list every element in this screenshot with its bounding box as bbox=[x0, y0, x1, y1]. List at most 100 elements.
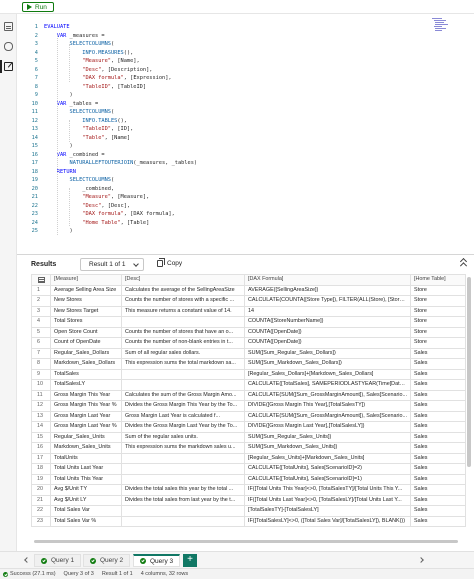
cell-dax-formula[interactable]: IF([TotalSalesLY]<>0, ([Total Sales Var]… bbox=[244, 515, 411, 527]
cell-measure[interactable]: Total Units Last Year bbox=[50, 463, 122, 475]
code-line[interactable]: 5 "Measure", [Name], bbox=[17, 57, 427, 66]
cell-dax-formula[interactable]: CALCULATE([TotalUnits], Sales[ScenarioID… bbox=[244, 463, 411, 475]
code-line[interactable]: 23 "DAX formula", [DAX formula], bbox=[17, 210, 427, 219]
cell-measure[interactable]: Avg $/Unit TY bbox=[50, 484, 122, 496]
table-row[interactable]: 11 Gross Margin This Year Calculates the s… bbox=[31, 389, 466, 401]
cell-dax-formula[interactable]: COUNTA([StoreNumberName]) bbox=[244, 316, 411, 328]
code-line[interactable]: 4 INFO.MEASURES(), bbox=[17, 49, 427, 58]
column-header-desc[interactable]: [Desc] bbox=[121, 274, 245, 286]
table-row[interactable]: 18 Total Units Last Year CALCULATE([TotalU… bbox=[31, 463, 466, 475]
code-line[interactable]: 22 "Desc", [Desc], bbox=[17, 202, 427, 211]
table-row[interactable]: 14 Gross Margin Last Year % Divides the Gr… bbox=[31, 421, 466, 433]
cell-desc[interactable]: Divides the Gross Margin This Year by th… bbox=[121, 400, 245, 412]
table-row[interactable]: 17 TotalUnits [Regular_Sales_Units]+[Markd… bbox=[31, 452, 466, 464]
cell-dax-formula[interactable]: AVERAGE([SellingAreaSize]) bbox=[244, 284, 411, 296]
cell-measure[interactable]: TotalSalesLY bbox=[50, 379, 122, 391]
cell-desc[interactable] bbox=[121, 316, 245, 328]
code-line[interactable]: 16 VAR _combined = bbox=[17, 151, 427, 160]
table-row[interactable]: 15 Regular_Sales_Units Sum of the regular … bbox=[31, 431, 466, 443]
code-line[interactable]: 24 "Home Table", [Table] bbox=[17, 219, 427, 228]
minimap[interactable] bbox=[432, 17, 448, 33]
table-row[interactable]: 3 New Stores Target This measure returns a… bbox=[31, 305, 466, 317]
vertical-scrollbar[interactable] bbox=[466, 275, 472, 537]
cell-desc[interactable]: This expression sums the markdown sales … bbox=[121, 442, 245, 454]
cell-dax-formula[interactable]: COUNTA([OpenDate]) bbox=[244, 337, 411, 349]
cell-home-table[interactable]: Sales bbox=[410, 484, 466, 496]
chevron-right-icon[interactable] bbox=[418, 557, 424, 563]
table-row[interactable]: 8 Markdown_Sales_Dollars This expression s… bbox=[31, 358, 466, 370]
table-row[interactable]: 5 Open Store Count Counts the number of st… bbox=[31, 326, 466, 338]
code-line[interactable]: 20 _combined, bbox=[17, 185, 427, 194]
code-line[interactable]: 18 RETURN bbox=[17, 168, 427, 177]
tab-query-3[interactable]: Query 3 bbox=[133, 554, 181, 567]
cell-desc[interactable] bbox=[121, 473, 245, 485]
column-header-home-table[interactable]: [Home Table] bbox=[410, 274, 466, 286]
cell-home-table[interactable]: Sales bbox=[410, 379, 466, 391]
code-line[interactable]: 14 "Table", [Name] bbox=[17, 134, 427, 143]
results-grid[interactable]: [Measure] [Desc] [DAX Formula] [Home Tab… bbox=[31, 274, 466, 527]
cell-measure[interactable]: Total Stores bbox=[50, 316, 122, 328]
cell-home-table[interactable]: Sales bbox=[410, 515, 466, 527]
cell-dax-formula[interactable]: IF([Total Units This Year]<>0, [TotalSal… bbox=[244, 484, 411, 496]
cell-dax-formula[interactable]: [Regular_Sales_Units]+[Markdown_Sales_Un… bbox=[244, 452, 411, 464]
table-row[interactable]: 7 Regular_Sales_Dollars Sum of all regular… bbox=[31, 347, 466, 359]
model-view-icon[interactable] bbox=[4, 42, 13, 51]
cell-desc[interactable]: Divides the Gross Margin Last Year by th… bbox=[121, 421, 245, 433]
code-line[interactable]: 21 "Measure", [Measure], bbox=[17, 193, 427, 202]
table-row[interactable]: 13 Gross Margin Last Year Gross Margin Las… bbox=[31, 410, 466, 422]
cell-measure[interactable]: New Stores Target bbox=[50, 305, 122, 317]
column-header-measure[interactable]: [Measure] bbox=[50, 274, 122, 286]
table-row[interactable]: 20 Avg $/Unit TY Divides the total sales t… bbox=[31, 484, 466, 496]
cell-home-table[interactable]: Sales bbox=[410, 421, 466, 433]
table-row[interactable]: 21 Avg $/Unit LY Divides the total sales f… bbox=[31, 494, 466, 506]
cell-desc[interactable]: Divides the total sales from last year b… bbox=[121, 494, 245, 506]
cell-dax-formula[interactable]: CALCULATE(SUM([Sum_GrossMarginAmount]), … bbox=[244, 410, 411, 422]
cell-desc[interactable]: Counts the number of non-blank entries i… bbox=[121, 337, 245, 349]
cell-home-table[interactable]: Store bbox=[410, 305, 466, 317]
cell-home-table[interactable]: Sales bbox=[410, 358, 466, 370]
code-line[interactable]: 1 EVALUATE bbox=[17, 23, 427, 32]
cell-desc[interactable] bbox=[121, 515, 245, 527]
chevron-left-icon[interactable] bbox=[24, 557, 30, 563]
code-line[interactable]: 25 ) bbox=[17, 227, 427, 236]
cell-desc[interactable] bbox=[121, 463, 245, 475]
cell-dax-formula[interactable]: CALCULATE([TotalUnits], Sales[ScenarioID… bbox=[244, 473, 411, 485]
dax-editor[interactable]: 1 EVALUATE 2 VAR _measures = 3 SELECTCOLUMN… bbox=[17, 14, 474, 254]
cell-home-table[interactable]: Sales bbox=[410, 473, 466, 485]
cell-measure[interactable]: Total Units This Year bbox=[50, 473, 122, 485]
code-line[interactable]: 13 "TableID", [ID], bbox=[17, 125, 427, 134]
result-selector[interactable]: Result 1 of 1 bbox=[80, 258, 144, 271]
cell-measure[interactable]: New Stores bbox=[50, 295, 122, 307]
cell-dax-formula[interactable]: DIVIDE([Gross Margin Last Year],[TotalSa… bbox=[244, 421, 411, 433]
cell-measure[interactable]: Total Sales Var bbox=[50, 505, 122, 517]
cell-measure[interactable]: Gross Margin This Year bbox=[50, 389, 122, 401]
cell-dax-formula[interactable]: DIVIDE([Gross Margin This Year],[TotalSa… bbox=[244, 400, 411, 412]
cell-measure[interactable]: TotalUnits bbox=[50, 452, 122, 464]
cell-measure[interactable]: Open Store Count bbox=[50, 326, 122, 338]
cell-desc[interactable]: Counts the number of stores that have an… bbox=[121, 326, 245, 338]
cell-measure[interactable]: Total Sales Var % bbox=[50, 515, 122, 527]
cell-measure[interactable]: Count of OpenDate bbox=[50, 337, 122, 349]
table-row[interactable]: 19 Total Units This Year CALCULATE([TotalU… bbox=[31, 473, 466, 485]
cell-measure[interactable]: Markdown_Sales_Dollars bbox=[50, 358, 122, 370]
code-line[interactable]: 9 ) bbox=[17, 91, 427, 100]
cell-dax-formula[interactable]: CALCULATE(COUNTA([Store Type]), FILTER(A… bbox=[244, 295, 411, 307]
cell-measure[interactable]: Regular_Sales_Units bbox=[50, 431, 122, 443]
cell-home-table[interactable]: Store bbox=[410, 337, 466, 349]
cell-measure[interactable]: TotalSales bbox=[50, 368, 122, 380]
cell-desc[interactable]: This expression sums the total markdown … bbox=[121, 358, 245, 370]
code-line[interactable]: 15 ) bbox=[17, 142, 427, 151]
code-line[interactable]: 11 SELECTCOLUMNS( bbox=[17, 108, 427, 117]
table-row[interactable]: 9 TotalSales [Regular_Sales_Dollars]+[Mark… bbox=[31, 368, 466, 380]
cell-measure[interactable]: Markdown_Sales_Units bbox=[50, 442, 122, 454]
cell-dax-formula[interactable]: CALCULATE([TotalSales], SAMEPERIODLASTYE… bbox=[244, 379, 411, 391]
column-header-dax-formula[interactable]: [DAX Formula] bbox=[244, 274, 411, 286]
code-line[interactable]: 7 "DAX formula", [Expression], bbox=[17, 74, 427, 83]
cell-measure[interactable]: Regular_Sales_Dollars bbox=[50, 347, 122, 359]
cell-desc[interactable] bbox=[121, 452, 245, 464]
code-line[interactable]: 12 INFO.TABLES(), bbox=[17, 117, 427, 126]
cell-home-table[interactable]: Sales bbox=[410, 368, 466, 380]
cell-measure[interactable]: Gross Margin This Year % bbox=[50, 400, 122, 412]
cell-measure[interactable]: Gross Margin Last Year % bbox=[50, 421, 122, 433]
cell-desc[interactable]: Sum of the regular sales units. bbox=[121, 431, 245, 443]
